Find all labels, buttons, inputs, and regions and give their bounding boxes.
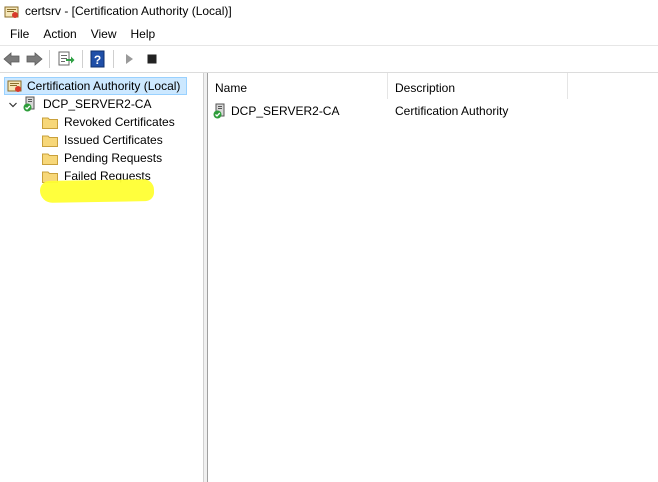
- tree-item-ca[interactable]: DCP_SERVER2-CA: [8, 95, 151, 113]
- chevron-down-icon[interactable]: [8, 99, 18, 109]
- menu-action[interactable]: Action: [36, 24, 83, 44]
- tree-item-label: Certification Authority (Local): [27, 79, 181, 93]
- console-tree: Certification Authority (Local) DCP_SERV…: [0, 73, 204, 482]
- tree-item-label: Issued Certificates: [64, 133, 163, 147]
- tree-item-label: DCP_SERVER2-CA: [43, 97, 152, 111]
- folder-icon: [42, 116, 58, 129]
- column-header-name[interactable]: Name: [208, 73, 388, 99]
- back-icon[interactable]: [3, 50, 21, 68]
- svg-text:?: ?: [94, 53, 101, 67]
- menu-file[interactable]: File: [0, 24, 36, 44]
- column-header-description[interactable]: Description: [388, 73, 568, 99]
- folder-icon: [42, 134, 58, 147]
- window-title: certsrv - [Certification Authority (Loca…: [25, 4, 232, 18]
- list-item-name: DCP_SERVER2-CA: [231, 104, 340, 118]
- tree-item-issued-certificates[interactable]: Issued Certificates: [42, 131, 163, 149]
- list-item[interactable]: DCP_SERVER2-CA Certification Authority: [208, 102, 658, 120]
- toolbar: ?: [0, 45, 658, 73]
- toolbar-separator: [82, 50, 83, 68]
- folder-icon: [42, 152, 58, 165]
- certsrv-icon: [7, 78, 23, 94]
- menu-view[interactable]: View: [84, 24, 124, 44]
- stop-service-icon[interactable]: [143, 50, 161, 68]
- start-service-icon[interactable]: [120, 50, 138, 68]
- ca-server-icon: [212, 103, 228, 119]
- tree-item-label: Pending Requests: [64, 151, 163, 165]
- toolbar-separator: [49, 50, 50, 68]
- result-pane: Name Description DCP_SERVER2-CA Certific…: [208, 73, 658, 482]
- toolbar-separator: [113, 50, 114, 68]
- menu-help[interactable]: Help: [124, 24, 163, 44]
- ca-server-icon: [22, 96, 38, 112]
- tree-item-certification-authority-local[interactable]: Certification Authority (Local): [4, 77, 187, 95]
- title-bar: certsrv - [Certification Authority (Loca…: [0, 0, 658, 24]
- export-list-icon[interactable]: [57, 50, 75, 68]
- certsrv-icon: [4, 4, 20, 20]
- tree-item-label: Revoked Certificates: [64, 115, 175, 129]
- tree-item-pending-requests[interactable]: Pending Requests: [42, 149, 162, 167]
- annotation-highlight: [39, 179, 155, 203]
- menu-bar: File Action View Help: [0, 24, 658, 44]
- help-icon[interactable]: ?: [89, 50, 107, 68]
- tree-item-revoked-certificates[interactable]: Revoked Certificates: [42, 113, 175, 131]
- list-item-description: Certification Authority: [395, 104, 509, 118]
- forward-icon[interactable]: [25, 50, 43, 68]
